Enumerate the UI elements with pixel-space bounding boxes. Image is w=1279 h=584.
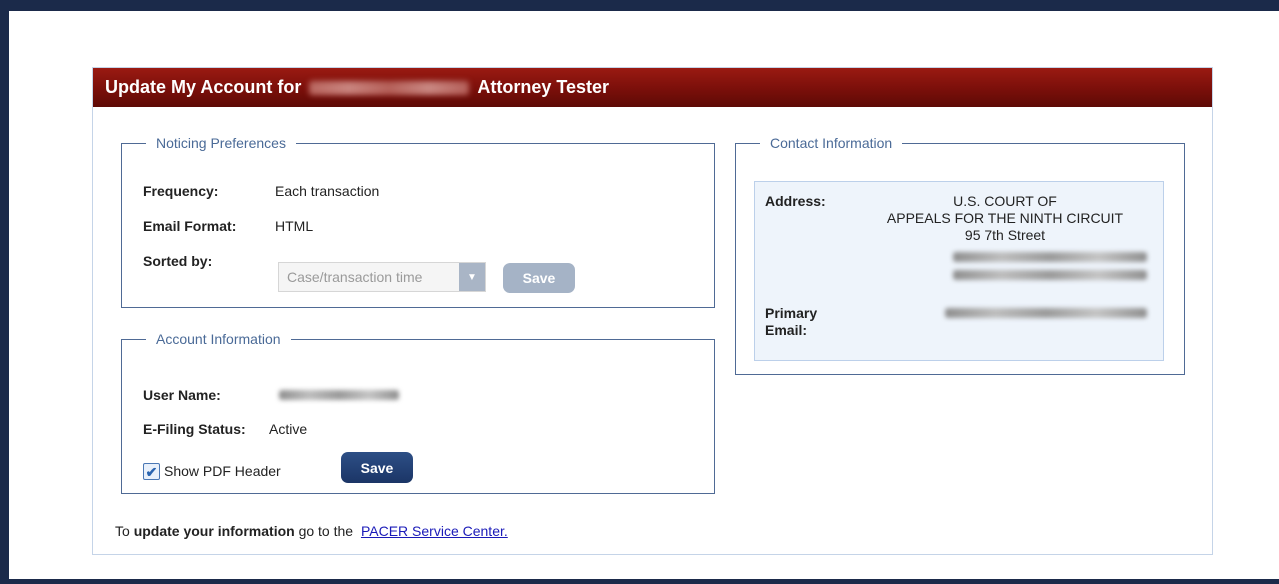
address-line-2: APPEALS FOR THE NINTH CIRCUIT [886, 210, 1124, 226]
frequency-row: Frequency: Each transaction [143, 183, 379, 199]
page-background: Update My Account for Attorney Tester No… [9, 11, 1279, 579]
contact-information-section: Contact Information Address: U.S. COURT … [735, 135, 1185, 375]
address-line-3: 95 7th Street [964, 227, 1046, 243]
redacted-user-name-value [279, 390, 399, 400]
title-suffix: Attorney Tester [477, 77, 610, 97]
sorted-by-select[interactable]: Case/transaction time ▼ [278, 262, 486, 292]
chevron-down-icon[interactable]: ▼ [459, 263, 485, 291]
footer-bold: update your information [133, 523, 295, 539]
update-account-panel: Update My Account for Attorney Tester No… [92, 67, 1213, 555]
show-pdf-header-row: Show PDF Header [164, 463, 281, 479]
footer-note: To update your information go to the PAC… [115, 523, 508, 539]
redacted-primary-email [945, 308, 1147, 318]
show-pdf-header-label[interactable]: Show PDF Header [164, 463, 281, 479]
page-title: Update My Account for Attorney Tester [93, 68, 1212, 107]
frequency-label: Frequency: [143, 183, 219, 199]
user-name-label: User Name: [143, 387, 221, 403]
account-information-section: Account Information User Name: E-Filing … [121, 331, 715, 494]
account-save-button[interactable]: Save [341, 452, 413, 483]
contact-details-box: Address: U.S. COURT OF APPEALS FOR THE N… [754, 181, 1164, 361]
frequency-value: Each transaction [275, 183, 380, 199]
email-label-line: Email: [765, 322, 808, 338]
primary-email-label: Primary Email: [765, 305, 817, 339]
noticing-preferences-section: Noticing Preferences Frequency: Each tra… [121, 135, 715, 308]
title-prefix: Update My Account for [105, 77, 302, 97]
user-name-row: User Name: [143, 387, 399, 403]
pacer-service-center-link[interactable]: PACER Service Center. [361, 523, 508, 539]
contact-information-legend: Contact Information [770, 135, 893, 151]
footer-prefix: To [115, 523, 130, 539]
primary-label-line: Primary [765, 305, 818, 321]
address-block: U.S. COURT OF APPEALS FOR THE NINTH CIRC… [845, 193, 1165, 244]
noticing-save-button[interactable]: Save [503, 263, 575, 293]
show-pdf-header-checkbox[interactable]: ✔ [143, 463, 160, 480]
redacted-address-line-5 [953, 270, 1147, 280]
email-format-value: HTML [275, 218, 314, 234]
noticing-preferences-legend: Noticing Preferences [156, 135, 286, 151]
redacted-user-name [309, 80, 470, 95]
sorted-by-selected-value: Case/transaction time [287, 269, 423, 285]
efiling-status-label: E-Filing Status: [143, 421, 246, 437]
sorted-by-label: Sorted by: [143, 253, 213, 269]
efiling-status-row: E-Filing Status: Active [143, 421, 307, 437]
email-format-row: Email Format: HTML [143, 218, 313, 234]
footer-middle: go to the [298, 523, 354, 539]
efiling-status-value: Active [269, 421, 308, 437]
checkmark-icon: ✔ [145, 463, 158, 480]
redacted-address-line-4 [953, 252, 1147, 262]
address-label: Address: [765, 193, 826, 209]
account-information-legend: Account Information [156, 331, 281, 347]
email-format-label: Email Format: [143, 218, 237, 234]
address-line-1: U.S. COURT OF [953, 193, 1057, 209]
sorted-by-row: Sorted by: [143, 253, 212, 269]
